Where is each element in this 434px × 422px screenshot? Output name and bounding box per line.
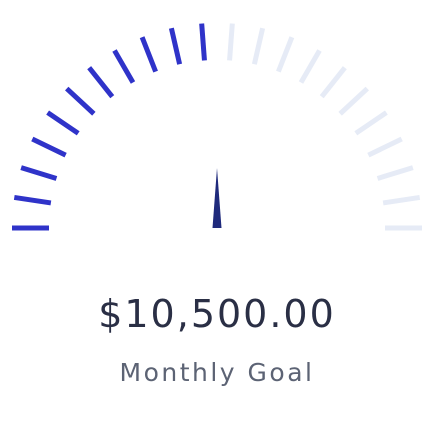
gauge-tick-active <box>31 136 67 158</box>
gauge-tick-active <box>65 86 96 116</box>
gauge-tick-inactive <box>354 110 388 136</box>
goal-amount: $10,500.00 <box>98 292 336 336</box>
gauge-tick-active <box>168 27 183 65</box>
gauge-needle-pointer <box>212 168 222 228</box>
gauge-tick-inactive <box>367 136 403 158</box>
gauge-tick-inactive <box>382 194 421 206</box>
gauge-tick-active <box>13 194 52 206</box>
gauge-tick-active <box>112 49 136 84</box>
gauge-tick-active <box>87 66 115 99</box>
gauge-widget: $10,500.00 Monthly Goal <box>0 0 434 422</box>
gauge-tick-inactive <box>376 165 414 181</box>
gauge-tick-inactive <box>227 23 235 61</box>
gauge-tick-inactive <box>338 86 369 116</box>
gauge <box>12 23 422 231</box>
gauge-tick-active <box>199 23 207 61</box>
gauge-tick-inactive <box>319 66 347 99</box>
goal-label: Monthly Goal <box>119 358 315 387</box>
gauge-tick-inactive <box>276 36 295 73</box>
gauge-tick-active <box>20 165 58 181</box>
gauge-tick-active <box>46 110 80 136</box>
gauge-tick-active <box>139 36 158 73</box>
gauge-tick-inactive <box>251 27 266 65</box>
gauge-tick-inactive <box>298 49 322 84</box>
gauge-needle <box>212 168 222 228</box>
